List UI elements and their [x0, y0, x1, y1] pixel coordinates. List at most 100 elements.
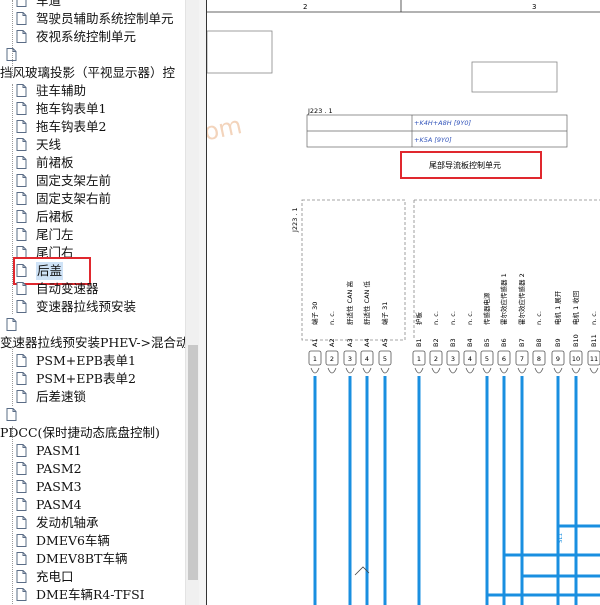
tree-item[interactable]: 天线: [0, 136, 185, 154]
tree-item[interactable]: 拖车钩表单2: [0, 118, 185, 136]
connector-pin-a4: 舒适性 CAN 低 A4 4: [360, 281, 374, 605]
pin-description: 传感器电源: [482, 292, 491, 325]
pin-terminal: [310, 367, 320, 374]
pin-code: A3: [346, 338, 354, 347]
pin-code: B10: [572, 334, 580, 347]
tree-item-label: 驻车辅助: [36, 83, 87, 98]
tree-item[interactable]: 夜视系统控制单元: [0, 28, 185, 46]
pin-code: B6: [500, 338, 508, 347]
document-icon: [16, 156, 27, 169]
tree-item[interactable]: [0, 46, 185, 64]
tree-item[interactable]: DMEV8BT车辆: [0, 550, 185, 568]
connector-pin-b8: n. c. B8 8: [532, 311, 546, 374]
pin-number: 10: [572, 355, 580, 363]
tree-item-label: 拖车钩表单1: [36, 101, 107, 116]
connector-pin-b2: n. c. B2 2: [429, 311, 443, 374]
tree-item-label: 变速器拉线预安装PHEV->混合动: [0, 335, 185, 350]
tree-item[interactable]: 变速器拉线预安装: [0, 298, 185, 316]
tree-item[interactable]: 前裙板: [0, 154, 185, 172]
tree-guide-line: [12, 0, 13, 76]
pin-number: 1: [417, 355, 421, 363]
tree-item[interactable]: [0, 316, 185, 334]
tree-item[interactable]: 后差速锁: [0, 388, 185, 406]
document-icon: [16, 552, 27, 565]
tree-item-label: 后差速锁: [36, 389, 87, 404]
pin-description: n. c.: [432, 311, 440, 325]
tree-item[interactable]: PASM4: [0, 496, 185, 514]
tree-item-label: DMEV8BT车辆: [36, 551, 128, 566]
pin-description: 舒适性 CAN 低: [362, 281, 371, 325]
pin-description: 端子 30: [310, 302, 319, 325]
tree-item[interactable]: [0, 406, 185, 424]
tree-item[interactable]: PASM1: [0, 442, 185, 460]
pin-code: B11: [590, 334, 598, 347]
pin-number: 4: [365, 355, 369, 363]
document-icon: [16, 210, 27, 223]
document-icon: [16, 444, 27, 457]
tree-item-label: 自动变速器: [36, 281, 99, 296]
document-icon: [16, 462, 27, 475]
tree-item-label: PSM+EPB表单1: [36, 353, 136, 368]
tree-group-item[interactable]: PDCC(保时捷动态底盘控制): [0, 424, 185, 442]
tree-item[interactable]: PASM2: [0, 460, 185, 478]
tree-item-label: 天线: [36, 137, 62, 152]
document-icon: [16, 30, 27, 43]
option-code-1: +K4H+A8H [9Y0]: [414, 119, 471, 127]
connector-pin-a2: n. c. A2 2: [325, 311, 339, 374]
connector-pin-b4: n. c. B4 4: [463, 311, 477, 374]
pin-description: 霍尔效应传感器 1: [499, 273, 508, 325]
pin-description: 端子 31: [380, 302, 389, 325]
document-icon: [16, 372, 27, 385]
pin-terminal: [345, 367, 355, 374]
tree-item[interactable]: DMEV6车辆: [0, 532, 185, 550]
pin-number: 1: [313, 355, 317, 363]
scrollbar-thumb[interactable]: [188, 345, 198, 580]
vertical-ecu-id: J223 . 1: [291, 207, 299, 233]
pin-number: 5: [383, 355, 387, 363]
pin-terminal: [465, 367, 475, 374]
tree-item[interactable]: 尾门左: [0, 226, 185, 244]
tree-guide-line: [12, 346, 13, 406]
tree-guide-line: [12, 84, 13, 314]
pin-description: n. c.: [449, 311, 457, 325]
pin-description: n. c.: [535, 311, 543, 325]
pin-code: B8: [535, 338, 543, 347]
pin-description: 电机 1 收回: [571, 291, 580, 325]
pin-description: n. c.: [590, 311, 598, 325]
tree-item[interactable]: 车道: [0, 0, 185, 10]
pin-terminal: [571, 367, 581, 374]
tree-item[interactable]: 后裙板: [0, 208, 185, 226]
tree-scrollbar[interactable]: [185, 0, 200, 605]
pin-terminal: [517, 367, 527, 374]
tree-item[interactable]: 驾驶员辅助系统控制单元: [0, 10, 185, 28]
pin-terminal: [499, 367, 509, 374]
connector-pin-a5: 端子 31 A5 5: [378, 302, 392, 605]
tree-item[interactable]: DME车辆R4-TFSI: [0, 586, 185, 604]
tree-item[interactable]: 拖车钩表单1: [0, 100, 185, 118]
wire-motor-deploy: [556, 380, 600, 528]
tree-item[interactable]: PASM3: [0, 478, 185, 496]
pin-code: B7: [518, 338, 526, 347]
tree-item[interactable]: 驻车辅助: [0, 82, 185, 100]
tree-item[interactable]: PSM+EPB表单1: [0, 352, 185, 370]
tree-group-item[interactable]: 变速器拉线预安装PHEV->混合动: [0, 334, 185, 352]
tree-item-label: 车道: [36, 0, 62, 8]
pin-terminal: [380, 367, 390, 374]
pin-code: B4: [466, 338, 474, 347]
tree-item[interactable]: 发动机轴承: [0, 514, 185, 532]
tree-item-label: 变速器拉线预安装: [36, 299, 137, 314]
wiring-diagram: 2 3 om J223 . 1 +K4H+A8H [9Y0] +K5A [9Y0…: [206, 0, 600, 605]
tree-item[interactable]: 固定支架右前: [0, 190, 185, 208]
tree-item[interactable]: PSM+EPB表单2: [0, 370, 185, 388]
tree-item[interactable]: 固定支架左前: [0, 172, 185, 190]
pin-code: A5: [381, 338, 389, 347]
pane-splitter[interactable]: [199, 0, 206, 605]
tree-group-item[interactable]: 挡风玻璃投影（平视显示器）控: [0, 64, 185, 82]
tree-item[interactable]: 充电口: [0, 568, 185, 586]
document-icon: [16, 300, 27, 313]
tree-item[interactable]: 自动变速器: [0, 280, 185, 298]
pin-code: B5: [483, 338, 491, 347]
pin-code: B2: [432, 338, 440, 347]
unit-name-label: 尾部导流板控制单元: [429, 160, 501, 170]
pin-code: B9: [554, 338, 562, 347]
